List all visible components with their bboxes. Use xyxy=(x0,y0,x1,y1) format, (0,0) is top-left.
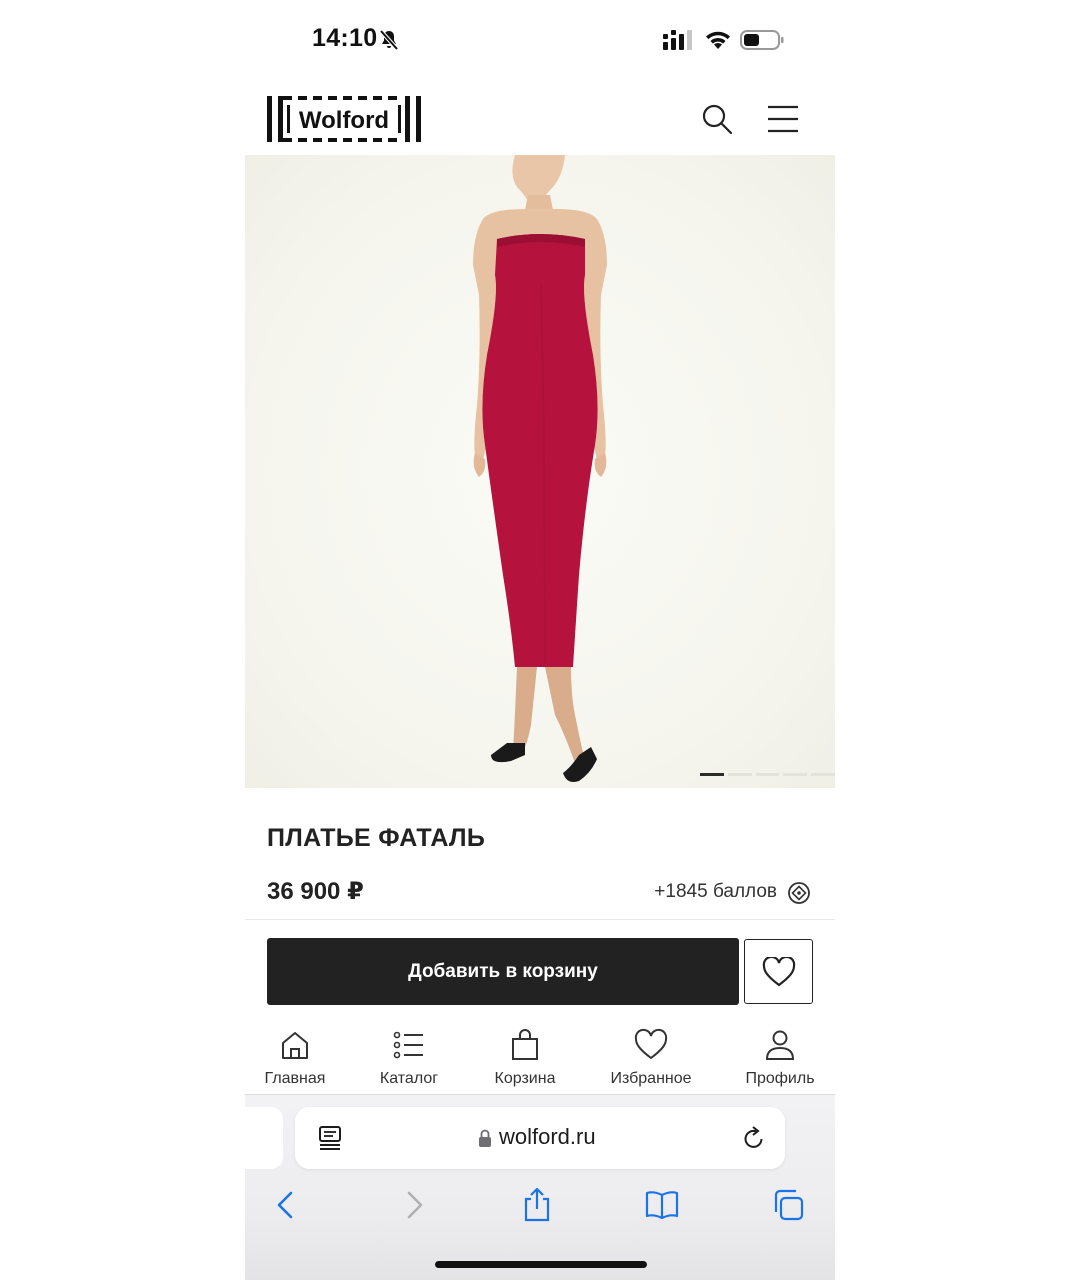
bottom-nav: Главная Каталог Корзина Избранное Профил… xyxy=(245,1016,835,1094)
signal-icon xyxy=(663,30,692,50)
wolford-logo[interactable]: Wolford xyxy=(267,96,421,142)
svg-text:Wolford: Wolford xyxy=(299,107,389,134)
divider xyxy=(245,919,835,920)
wishlist-button[interactable] xyxy=(744,939,813,1004)
nav-item-catalog[interactable]: Каталог xyxy=(363,1016,455,1094)
nav-item-cart[interactable]: Корзина xyxy=(479,1016,571,1094)
list-icon xyxy=(393,1031,423,1059)
bonus-points: +1845 баллов xyxy=(654,881,777,902)
forward-icon[interactable] xyxy=(395,1187,431,1223)
previous-tab-preview[interactable] xyxy=(245,1107,283,1169)
site-header: Wolford xyxy=(245,84,835,154)
gallery-dot[interactable] xyxy=(811,773,835,776)
home-indicator xyxy=(435,1261,647,1268)
nav-label: Главная xyxy=(264,1070,326,1087)
browser-toolbar: wolford.ru xyxy=(245,1094,835,1280)
heart-icon xyxy=(634,1028,668,1060)
gallery-dot-active[interactable] xyxy=(700,773,724,776)
status-time: 14:10 xyxy=(312,24,378,52)
user-icon xyxy=(765,1030,795,1060)
menu-icon[interactable] xyxy=(766,104,800,134)
bonus-info-icon[interactable] xyxy=(787,881,811,905)
reload-icon[interactable] xyxy=(741,1125,767,1151)
reader-icon[interactable] xyxy=(317,1125,343,1151)
share-icon[interactable] xyxy=(519,1187,555,1223)
nav-label: Профиль xyxy=(745,1070,815,1087)
nav-item-profile[interactable]: Профиль xyxy=(735,1016,825,1094)
url-text: wolford.ru xyxy=(499,1124,596,1149)
bookmarks-icon[interactable] xyxy=(644,1187,680,1223)
product-price: 36 900 ₽ xyxy=(267,878,364,905)
nav-label: Каталог xyxy=(379,1070,439,1087)
gallery-dot[interactable] xyxy=(727,773,752,776)
nav-item-favorites[interactable]: Избранное xyxy=(601,1016,701,1094)
address-bar[interactable]: wolford.ru xyxy=(295,1107,785,1169)
gallery-dot[interactable] xyxy=(755,773,780,776)
heart-icon xyxy=(762,956,795,986)
product-title: ПЛАТЬЕ ФАТАЛЬ xyxy=(267,824,486,852)
search-icon[interactable] xyxy=(700,102,734,136)
nav-label: Корзина xyxy=(494,1070,556,1087)
nav-label: Избранное xyxy=(610,1070,692,1087)
tabs-icon[interactable] xyxy=(770,1187,806,1223)
product-image-gallery[interactable] xyxy=(245,155,835,788)
home-icon xyxy=(282,1032,308,1059)
product-photo xyxy=(473,155,607,782)
lock-icon xyxy=(479,1129,491,1147)
battery-icon xyxy=(740,30,784,50)
gallery-pagination xyxy=(700,773,835,777)
gallery-dot[interactable] xyxy=(783,773,808,776)
add-to-cart-button[interactable]: Добавить в корзину xyxy=(267,938,739,1005)
wifi-icon xyxy=(706,31,730,49)
back-icon[interactable] xyxy=(269,1187,305,1223)
bell-off-icon xyxy=(379,29,399,51)
red-dress xyxy=(482,234,598,667)
bag-icon xyxy=(512,1029,538,1060)
nav-item-home[interactable]: Главная xyxy=(249,1016,341,1094)
